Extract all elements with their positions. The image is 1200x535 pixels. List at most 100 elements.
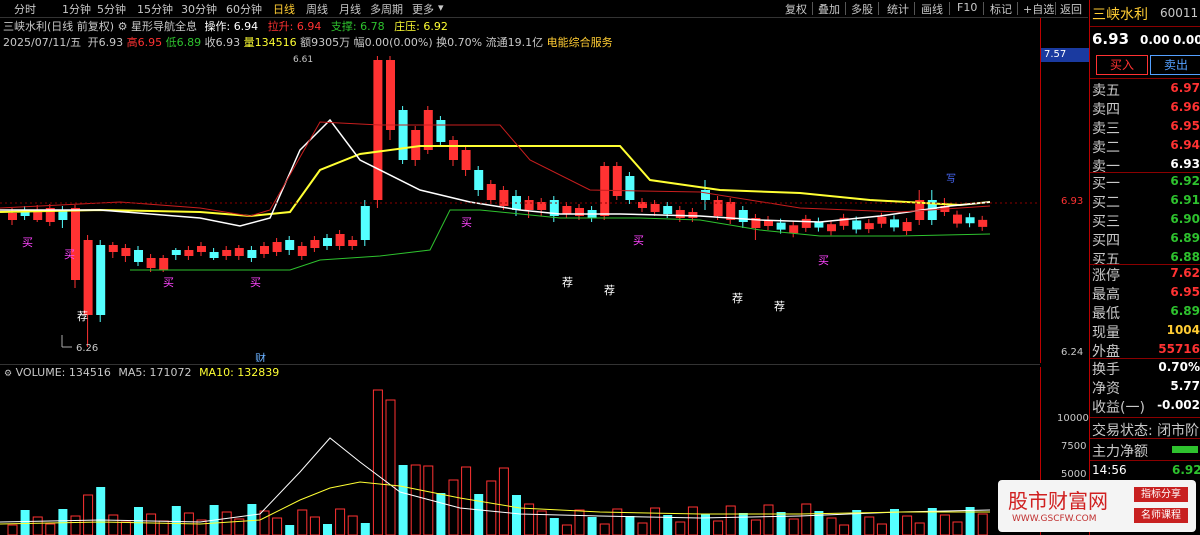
volume-bar (70, 515, 81, 535)
panel-price: 6.93 (1092, 30, 1130, 48)
statistics-button[interactable]: 统计 (887, 1, 909, 17)
volume-bar (83, 494, 94, 535)
candle-body (159, 258, 169, 270)
stat-value: 6.89 (1170, 304, 1200, 318)
bid-value: 6.88 (1170, 250, 1200, 264)
tab-weekly[interactable]: 周线 (306, 1, 328, 17)
finance-mark[interactable]: 财 (255, 351, 266, 362)
candle-body (877, 216, 887, 224)
volume-bar (763, 504, 774, 535)
candle-body (247, 250, 257, 258)
volume-bar (108, 514, 119, 535)
volume-bar (58, 509, 68, 535)
user-mark[interactable]: 写 (946, 173, 956, 185)
tab-1min[interactable]: 1分钟 (62, 1, 91, 17)
volume-bar (663, 515, 673, 535)
candle-body (411, 130, 421, 160)
candle-body (8, 213, 17, 220)
candle-body (776, 222, 786, 230)
volume-bar (297, 509, 308, 535)
buy-button[interactable]: 买入 (1096, 55, 1148, 75)
tab-60min[interactable]: 60分钟 (226, 1, 262, 17)
zhuang-label: 庄压: (394, 20, 420, 33)
tab-multi-period[interactable]: 多周期 (370, 1, 403, 17)
volume-bar (701, 514, 710, 535)
tab-30min[interactable]: 30分钟 (181, 1, 217, 17)
volume-bar (498, 467, 509, 535)
volume-bar (902, 515, 913, 535)
main-flow-bar (1172, 446, 1198, 453)
candlestick-chart[interactable]: 买买买 买买买买荐荐荐荐荐 6.26 6.61 财 写 (0, 50, 1040, 362)
op-label: 操作: (204, 20, 231, 33)
turnover-label: 换 (436, 36, 448, 49)
candle-body (83, 240, 93, 315)
bid-row: 买四 6.89 (1092, 230, 1200, 249)
candle-body (197, 246, 206, 252)
recommend-mark: 荐 (77, 310, 88, 323)
add-favorite-button[interactable]: +自选 (1023, 1, 1054, 17)
fuquan-button[interactable]: 复权 (785, 1, 807, 17)
tab-15min[interactable]: 15分钟 (137, 1, 173, 17)
volume-bar (461, 466, 472, 535)
turnover-value: 0.70% (447, 36, 483, 49)
watermark-logo: 股市财富网 WWW.GSCFW.COM 指标分享 名师课程 (998, 480, 1196, 532)
ask-row: 卖五 6.97 (1092, 80, 1200, 99)
multi-stock-button[interactable]: 多股 (851, 1, 873, 17)
ask-value: 6.96 (1170, 100, 1200, 114)
volume-bar (146, 513, 157, 535)
volume-settings-icon[interactable]: ⚙ (4, 369, 12, 379)
bid-label: 买一 (1092, 176, 1120, 192)
volume-bar (650, 507, 661, 535)
float-value: 19.1亿 (507, 36, 544, 49)
volume-bar (96, 487, 106, 535)
volume-bar (45, 523, 56, 535)
tab-5min[interactable]: 5分钟 (97, 1, 126, 17)
overlay-button[interactable]: 叠加 (818, 1, 840, 17)
volume-value: 134516 (254, 36, 297, 49)
candle-body (171, 250, 181, 255)
volume-bar (826, 517, 837, 535)
buy-signal-mark: 买 (461, 216, 472, 229)
candle-body (184, 250, 194, 256)
watermark-url: WWW.GSCFW.COM (1012, 514, 1097, 524)
close-value: 6.93 (215, 36, 241, 49)
candle-body (625, 176, 635, 200)
tab-daily[interactable]: 日线 (273, 1, 295, 17)
volume-chart[interactable] (0, 382, 1040, 535)
candle-body (348, 240, 358, 246)
volume-bar (436, 493, 446, 535)
candle-body (701, 190, 710, 200)
indicator-settings-icon[interactable]: ⚙ (118, 20, 128, 33)
tab-more[interactable]: 更多 (412, 1, 434, 17)
f10-button[interactable]: F10 (957, 1, 977, 14)
volume-bar (687, 506, 698, 535)
tab-monthly[interactable]: 月线 (339, 1, 361, 17)
sell-button[interactable]: 卖出 (1150, 55, 1200, 75)
ask-value: 6.93 (1170, 157, 1200, 171)
ask-value: 6.94 (1170, 138, 1200, 152)
high-value: 6.95 (137, 36, 163, 49)
panel-change-pct: 0.00% (1173, 33, 1200, 47)
volume-bar (814, 511, 824, 535)
sector-link[interactable]: 电能综合服务 (547, 36, 613, 49)
volume-bar (776, 512, 786, 535)
indicator-info-line: 三峡水利(日线 前复权) ⚙ 星形导航全息 操作: 6.94 拉升: 6.94 … (3, 18, 448, 34)
bid-value: 6.92 (1170, 174, 1200, 188)
candle-body (398, 110, 408, 160)
stat-label: 现量 (1092, 325, 1120, 341)
stat-row: 现量 1004 (1092, 322, 1200, 341)
back-button[interactable]: 返回 (1060, 1, 1082, 17)
indicator-name[interactable]: 星形导航全息 (131, 20, 197, 33)
tick-price: 6.92 (1172, 463, 1200, 477)
tab-fenshi[interactable]: 分时 (14, 1, 36, 17)
mark-button[interactable]: 标记 (990, 1, 1012, 17)
draw-line-button[interactable]: 画线 (921, 1, 943, 17)
buy-signal-mark: 买 (163, 276, 174, 289)
more-dropdown-icon[interactable]: ▾ (438, 1, 444, 14)
volume-bar (347, 515, 358, 535)
volume-bar (549, 518, 559, 535)
volume-bar (750, 519, 761, 535)
volume-header: ⚙ VOLUME: 134516 MA5: 171072 MA10: 13283… (0, 366, 279, 382)
stat2-value: 0.70% (1158, 360, 1200, 374)
ask-row: 卖三 6.95 (1092, 118, 1200, 137)
